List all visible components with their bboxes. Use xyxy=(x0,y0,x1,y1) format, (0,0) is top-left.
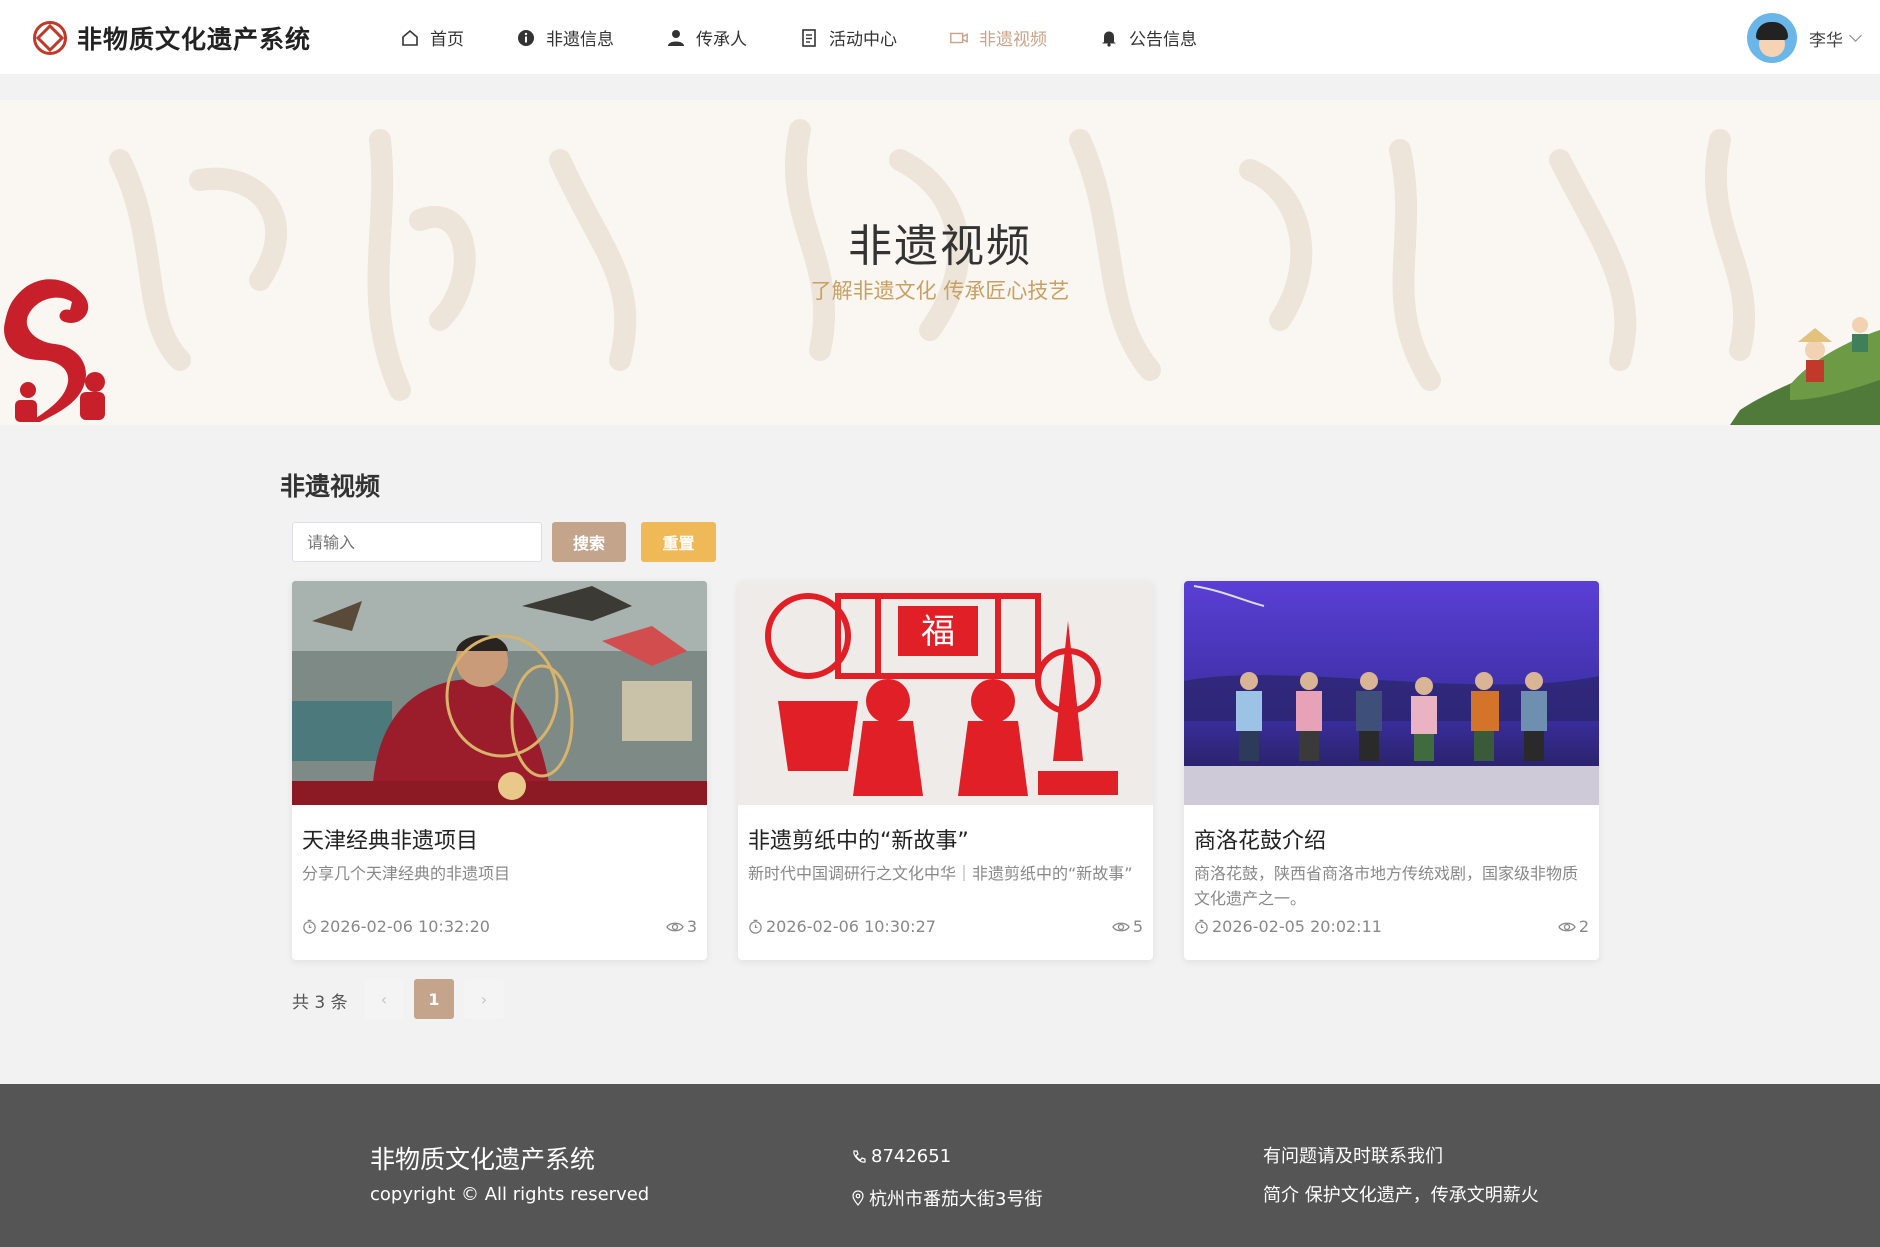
card-views: 3 xyxy=(666,917,697,936)
footer-address: 杭州市番茄大街3号街 xyxy=(851,1185,1042,1211)
card-title[interactable]: 非遗剪纸中的“新故事” xyxy=(748,823,969,855)
search-button[interactable]: 搜索 xyxy=(552,522,626,562)
card-views: 5 xyxy=(1112,917,1143,936)
footer-title: 非物质文化遗产系统 xyxy=(370,1145,596,1174)
pagination-page-button[interactable]: 1 xyxy=(414,979,454,1019)
eye-icon xyxy=(1558,922,1576,931)
card-views-count: 2 xyxy=(1578,917,1589,936)
nav-item-notice[interactable]: 公告信息 xyxy=(1099,25,1197,50)
search-input[interactable] xyxy=(292,522,542,562)
banner-title: 非遗视频 xyxy=(848,221,1032,272)
video-card[interactable]: 福 非遗剪纸中的“新故事” 新时代中国调研行之文化中华｜非遗剪纸中的“新故事” … xyxy=(738,581,1153,960)
location-icon xyxy=(852,1190,864,1206)
pagination-total: 共 3 条 xyxy=(292,993,348,1013)
pagination-prev-button[interactable]: ‹ xyxy=(364,979,404,1019)
video-thumbnail-image xyxy=(1184,581,1599,805)
card-description: 新时代中国调研行之文化中华｜非遗剪纸中的“新故事” xyxy=(748,864,1133,883)
document-icon xyxy=(799,28,819,48)
page-banner: 非遗视频 了解非遗文化 传承匠心技艺 xyxy=(0,100,1880,425)
section-title: 非遗视频 xyxy=(280,472,381,501)
card-views: 2 xyxy=(1558,917,1589,936)
card-time-text: 2026-02-06 10:30:27 xyxy=(766,917,936,936)
video-card[interactable]: 天津经典非遗项目 分享几个天津经典的非遗项目 2026-02-06 10:32:… xyxy=(292,581,707,960)
footer-copyright: copyright © All rights reserved xyxy=(370,1184,650,1205)
footer-address-text: 杭州市番茄大街3号街 xyxy=(869,1189,1043,1210)
clock-icon xyxy=(1195,919,1208,934)
chevron-down-icon xyxy=(1849,29,1862,42)
bell-icon xyxy=(1099,28,1119,48)
card-title[interactable]: 天津经典非遗项目 xyxy=(302,823,478,855)
card-time: 2026-02-06 10:30:27 xyxy=(748,917,936,936)
footer-contact: 有问题请及时联系我们 xyxy=(1263,1146,1443,1167)
clock-icon xyxy=(303,919,316,934)
nav-label: 首页 xyxy=(430,30,464,50)
top-header: 非物质文化遗产系统 首页 非遗信息 传承人 活动中心 非遗视频 公告信息 李华 xyxy=(0,0,1880,75)
nav-item-info[interactable]: 非遗信息 xyxy=(516,25,614,50)
card-title[interactable]: 商洛花鼓介绍 xyxy=(1194,823,1326,855)
video-thumbnail-image: 福 xyxy=(738,581,1153,805)
nav-label: 活动中心 xyxy=(829,30,897,50)
card-description: 分享几个天津经典的非遗项目 xyxy=(302,864,511,883)
nav-label: 非遗信息 xyxy=(546,30,614,50)
svg-text:福: 福 xyxy=(921,612,955,652)
eye-icon xyxy=(666,922,684,931)
nav-item-activity[interactable]: 活动中心 xyxy=(799,25,897,50)
phone-icon xyxy=(853,1149,866,1163)
nav-label: 传承人 xyxy=(696,30,747,50)
person-icon xyxy=(666,28,686,48)
reset-button[interactable]: 重置 xyxy=(641,522,716,562)
pagination-next-button[interactable]: › xyxy=(464,979,504,1019)
card-views-count: 3 xyxy=(686,917,697,936)
home-icon xyxy=(400,28,420,48)
nav-label: 公告信息 xyxy=(1129,30,1197,50)
user-name: 李华 xyxy=(1809,30,1843,51)
card-time-text: 2026-02-06 10:32:20 xyxy=(320,917,490,936)
nav-item-inheritor[interactable]: 传承人 xyxy=(666,25,747,50)
nav-label: 非遗视频 xyxy=(979,30,1047,50)
site-title: 非物质文化遗产系统 xyxy=(77,25,312,54)
banner-subtitle: 了解非遗文化 传承匠心技艺 xyxy=(810,279,1070,303)
card-time: 2026-02-06 10:32:20 xyxy=(302,917,490,936)
card-description: 商洛花鼓，陕西省商洛市地方传统戏剧，国家级非物质文化遗产之一。 xyxy=(1194,864,1579,908)
card-time: 2026-02-05 20:02:11 xyxy=(1194,917,1382,936)
video-thumbnail-image xyxy=(292,581,707,805)
nav-item-video[interactable]: 非遗视频 xyxy=(949,25,1047,50)
logo-mark-icon xyxy=(33,21,67,55)
page-footer: 非物质文化遗产系统 copyright © All rights reserve… xyxy=(0,1084,1880,1247)
nav-item-home[interactable]: 首页 xyxy=(400,25,464,50)
footer-intro: 简介 保护文化遗产，传承文明薪火 xyxy=(1263,1185,1539,1206)
info-icon xyxy=(516,28,536,48)
card-time-text: 2026-02-05 20:02:11 xyxy=(1212,917,1382,936)
main-nav: 首页 非遗信息 传承人 活动中心 非遗视频 公告信息 xyxy=(400,0,1249,75)
clock-icon xyxy=(749,919,762,934)
card-views-count: 5 xyxy=(1132,917,1143,936)
footer-phone: 8742651 xyxy=(851,1146,951,1167)
footer-phone-text: 8742651 xyxy=(871,1146,952,1167)
avatar xyxy=(1747,13,1797,63)
dragon-boat-illustration-image xyxy=(1730,317,1880,425)
eye-icon xyxy=(1112,922,1130,931)
video-icon xyxy=(949,28,969,48)
user-menu[interactable]: 李华 xyxy=(1747,13,1862,63)
video-card[interactable]: 商洛花鼓介绍 商洛花鼓，陕西省商洛市地方传统戏剧，国家级非物质文化遗产之一。 2… xyxy=(1184,581,1599,960)
site-logo[interactable]: 非物质文化遗产系统 xyxy=(33,20,311,56)
